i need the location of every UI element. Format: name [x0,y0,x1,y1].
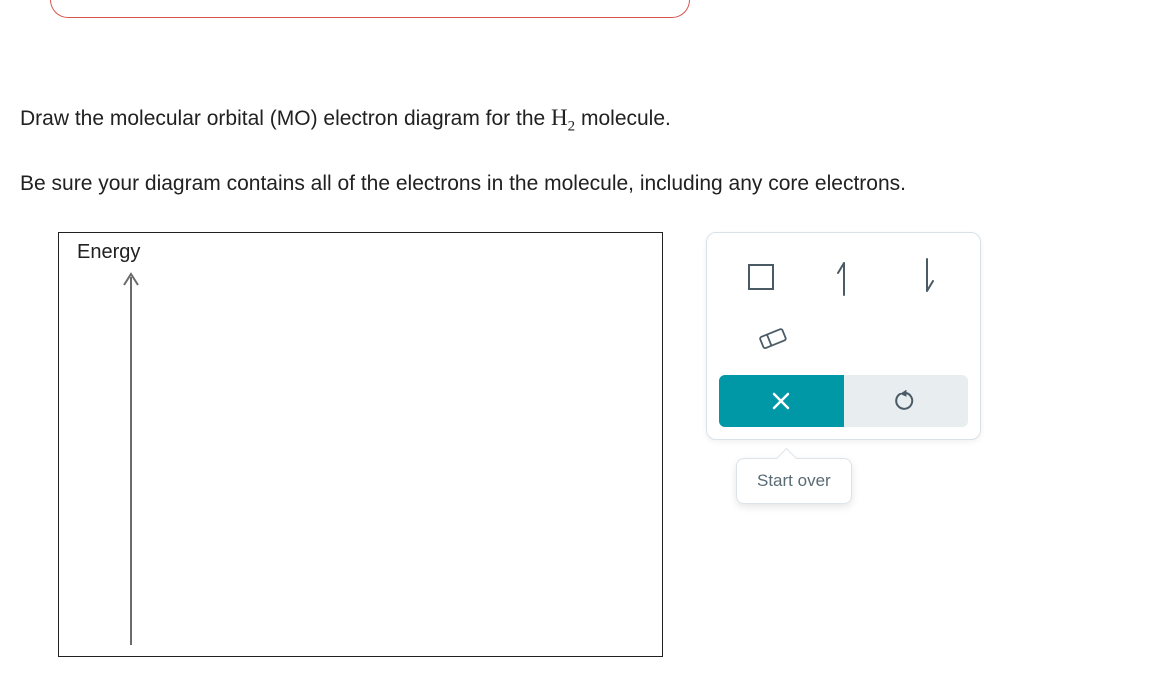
energy-axis-arrow [121,269,141,649]
electron-down-tool[interactable] [888,253,966,301]
palette-row-1 [719,251,968,303]
question-line-1: Draw the molecular orbital (MO) electron… [20,100,906,139]
q1-pre: Draw the molecular orbital (MO) electron… [20,107,551,130]
start-over-tooltip: Start over [736,458,852,504]
palette-row-2 [719,313,968,365]
q1-post: molecule. [575,107,671,130]
up-half-arrow-icon [834,257,854,297]
undo-icon [895,390,917,412]
question-block: Draw the molecular orbital (MO) electron… [20,100,906,200]
formula-h2: H2 [551,105,575,130]
box-icon [748,264,774,290]
down-half-arrow-icon [917,257,937,297]
alert-outline-bottom [50,0,690,18]
reset-button[interactable] [844,375,969,427]
close-icon [771,391,791,411]
electron-up-tool[interactable] [805,253,883,301]
clear-button[interactable] [719,375,844,427]
tooltip-text: Start over [757,471,831,490]
energy-axis-label: Energy [77,241,140,264]
drawing-canvas[interactable]: Energy [58,232,663,657]
question-line-2: Be sure your diagram contains all of the… [20,167,906,201]
eraser-tool[interactable] [733,315,811,363]
palette-action-row [719,375,968,427]
tool-palette [706,232,981,440]
orbital-box-tool[interactable] [722,253,800,301]
eraser-icon [753,325,791,353]
